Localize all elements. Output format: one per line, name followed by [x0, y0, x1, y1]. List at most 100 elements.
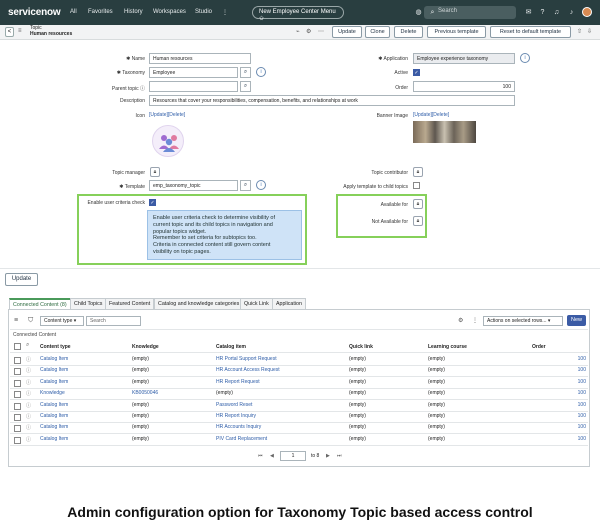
cell-content-type[interactable]: Knowledge: [40, 390, 65, 396]
menu-selector-pill[interactable]: New Employee Center Menu ✩: [252, 6, 344, 22]
topic-contributor-lock-icon[interactable]: 🔒︎: [413, 167, 423, 177]
servicenow-logo[interactable]: servicenow: [8, 7, 61, 18]
help-icon[interactable]: ?: [538, 8, 547, 17]
row-info-icon[interactable]: ⓘ: [26, 413, 31, 420]
cell-catalog-item[interactable]: Password Reset: [216, 402, 252, 408]
row-info-icon[interactable]: ⓘ: [26, 390, 31, 397]
activity-icon[interactable]: ⌁: [296, 28, 300, 35]
banner-update-delete-links[interactable]: [Update][Delete]: [413, 112, 449, 118]
tab-application[interactable]: Application: [272, 298, 306, 309]
parent-topic-search-icon[interactable]: ⌕: [240, 81, 251, 92]
list-menu-icon[interactable]: ≡: [14, 317, 18, 324]
row-info-icon[interactable]: ⓘ: [26, 379, 31, 386]
cell-catalog-item[interactable]: HR Report Request: [216, 379, 260, 385]
application-info-icon[interactable]: i: [520, 53, 530, 63]
cell-content-type[interactable]: Catalog Item: [40, 413, 68, 419]
tab-featured-content[interactable]: Featured Content: [105, 298, 155, 309]
update-button[interactable]: Update: [332, 26, 362, 38]
column-header-catalog-item[interactable]: Catalog item: [216, 344, 246, 350]
column-header-knowledge[interactable]: Knowledge: [132, 344, 159, 350]
nav-favorites[interactable]: Favorites: [88, 9, 113, 15]
nav-all[interactable]: All: [70, 9, 77, 15]
cell-catalog-item[interactable]: HR Portal Support Request: [216, 356, 277, 362]
nav-more-icon[interactable]: ⋮: [222, 9, 228, 16]
not-available-for-lock-icon[interactable]: 🔒︎: [413, 216, 423, 226]
row-checkbox[interactable]: [14, 414, 21, 421]
tab-quick-link[interactable]: Quick Link: [240, 298, 273, 309]
global-search-input[interactable]: Search: [424, 6, 516, 19]
chat-icon[interactable]: ✉: [524, 8, 533, 17]
row-info-icon[interactable]: ⓘ: [26, 402, 31, 409]
active-checkbox[interactable]: ✓: [413, 69, 420, 76]
pager-first-icon[interactable]: ⏮: [258, 453, 263, 459]
filter-icon[interactable]: ⛉: [28, 317, 33, 325]
tab-child-topics[interactable]: Child Topics: [70, 298, 107, 309]
row-checkbox[interactable]: [14, 357, 21, 364]
column-header-order[interactable]: Order: [532, 344, 546, 350]
delete-button[interactable]: Delete: [394, 26, 423, 38]
icon-update-delete-links[interactable]: [Update][Delete]: [149, 112, 185, 118]
bottom-update-button[interactable]: Update: [5, 273, 38, 286]
cell-order[interactable]: 100: [560, 402, 586, 408]
pager-prev-icon[interactable]: ◀: [270, 453, 274, 459]
enable-user-criteria-checkbox[interactable]: ✓: [149, 199, 156, 206]
topic-manager-lock-icon[interactable]: 🔒︎: [150, 167, 160, 177]
cell-order[interactable]: 100: [560, 413, 586, 419]
arrow-down-icon[interactable]: ⇩: [587, 28, 592, 35]
previous-template-button[interactable]: Previous template: [427, 26, 486, 38]
cell-order[interactable]: 100: [560, 367, 586, 373]
template-info-icon[interactable]: i: [256, 180, 266, 190]
globe-icon[interactable]: ◍: [414, 8, 423, 17]
reset-template-button[interactable]: Reset to default template: [490, 26, 571, 38]
content-type-select[interactable]: Content type ▾: [40, 316, 84, 326]
new-button[interactable]: New: [567, 315, 586, 326]
clone-button[interactable]: Clone: [365, 26, 390, 38]
cell-content-type[interactable]: Catalog Item: [40, 436, 68, 442]
bell-icon[interactable]: ♪: [567, 8, 576, 17]
tab-connected-content[interactable]: Connected Content (8): [9, 298, 71, 309]
name-field[interactable]: Human resources: [149, 53, 251, 64]
cell-order[interactable]: 100: [560, 390, 586, 396]
row-info-icon[interactable]: ⓘ: [26, 367, 31, 374]
cell-content-type[interactable]: Catalog Item: [40, 424, 68, 430]
list-search-input[interactable]: Search: [86, 316, 141, 326]
cell-order[interactable]: 100: [560, 379, 586, 385]
row-info-icon[interactable]: ⓘ: [26, 356, 31, 363]
description-field[interactable]: Resources that cover your responsibiliti…: [149, 95, 515, 106]
cell-catalog-item[interactable]: HR Accounts Inquiry: [216, 424, 261, 430]
nav-studio[interactable]: Studio: [195, 9, 212, 15]
back-button[interactable]: <: [5, 27, 14, 37]
cell-catalog-item[interactable]: HR Account Access Request: [216, 367, 280, 373]
taxonomy-field[interactable]: Employee: [149, 67, 238, 78]
row-checkbox[interactable]: [14, 402, 21, 410]
nav-workspaces[interactable]: Workspaces: [153, 9, 186, 15]
column-header-quick-link[interactable]: Quick link: [349, 344, 373, 350]
template-field[interactable]: emp_taxonomy_topic: [149, 180, 238, 191]
arrow-up-icon[interactable]: ⇧: [577, 28, 582, 35]
cell-order[interactable]: 100: [560, 356, 586, 362]
cell-content-type[interactable]: Catalog Item: [40, 356, 68, 362]
row-info-icon[interactable]: ⓘ: [26, 436, 31, 443]
more-options-icon[interactable]: ⋯: [318, 28, 324, 35]
taxonomy-info-icon[interactable]: i: [256, 67, 266, 77]
cell-content-type[interactable]: Catalog Item: [40, 367, 68, 373]
settings-icon[interactable]: ⚙: [306, 28, 311, 35]
parent-topic-field[interactable]: [149, 81, 238, 92]
row-info-icon[interactable]: ⓘ: [26, 424, 31, 431]
tab-catalog-knowledge-categories[interactable]: Catalog and knowledge categories: [154, 298, 244, 309]
cell-catalog-item[interactable]: HR Report Inquiry: [216, 413, 256, 419]
cell-knowledge[interactable]: KB0050046: [132, 390, 158, 396]
row-checkbox[interactable]: [14, 436, 21, 444]
cell-catalog-item[interactable]: PIV Card Replacement: [216, 436, 267, 442]
taxonomy-search-icon[interactable]: ⌕: [240, 67, 251, 78]
column-header-learning-course[interactable]: Learning course: [428, 344, 467, 350]
available-for-lock-icon[interactable]: 🔒︎: [413, 199, 423, 209]
more-icon[interactable]: ⋮: [472, 317, 478, 324]
settings-icon[interactable]: ⚙: [458, 317, 463, 324]
user-avatar[interactable]: [582, 7, 592, 17]
pager-current-input[interactable]: 1: [280, 451, 306, 461]
cell-order[interactable]: 100: [560, 436, 586, 442]
row-checkbox[interactable]: [14, 425, 21, 433]
pager-next-icon[interactable]: ▶: [326, 453, 330, 459]
pager-last-icon[interactable]: ⏭: [337, 453, 342, 459]
